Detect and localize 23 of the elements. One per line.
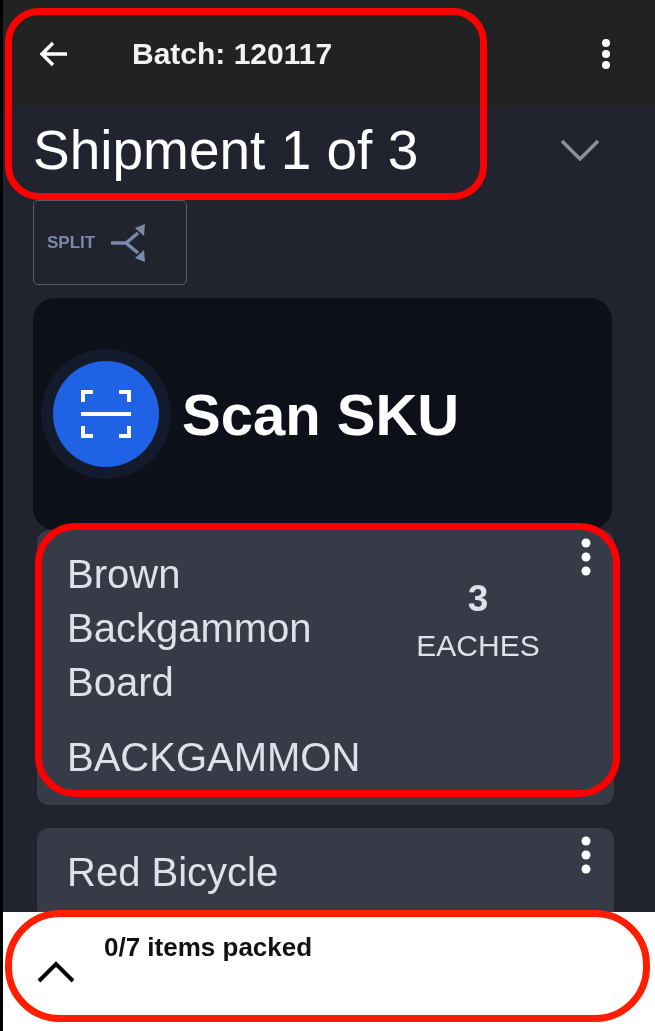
back-arrow-icon (40, 41, 68, 67)
more-button[interactable] (581, 836, 591, 874)
chevron-down-icon (560, 139, 600, 161)
item-quantity: 3 (467, 577, 489, 621)
more-icon (602, 39, 610, 69)
split-button[interactable]: SPLIT (33, 200, 187, 285)
expand-toggle[interactable] (560, 139, 600, 161)
item-name: Brown Backgammon Board (67, 551, 313, 706)
back-button[interactable] (40, 41, 68, 67)
shipment-title: Shipment 1 of 3 (33, 119, 419, 181)
scan-icon[interactable] (41, 349, 171, 479)
more-button[interactable] (602, 39, 610, 69)
more-icon (581, 538, 591, 576)
item-unit: EACHES (416, 629, 540, 664)
scan-label: Scan SKU (182, 380, 460, 448)
more-button[interactable] (581, 538, 591, 576)
batch-title: Batch: 120117 (132, 37, 333, 71)
packed-count: 0/7 items packed (104, 932, 313, 963)
item-name: Red Bicycle (67, 849, 280, 896)
more-icon (581, 836, 591, 874)
item-sku: BACKGAMMON (67, 734, 362, 781)
chevron-up-icon (37, 960, 75, 983)
expand-toggle[interactable] (37, 960, 75, 983)
